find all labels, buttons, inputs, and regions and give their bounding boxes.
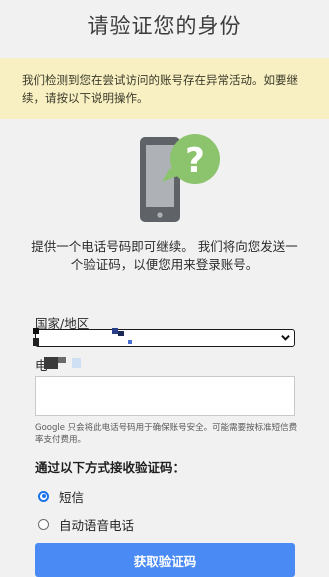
radio-button-checked[interactable] — [38, 490, 49, 502]
phone-number-input[interactable] — [35, 376, 295, 416]
phone-usage-note: Google 只会将此电话号码用于确保账号安全。可能需要按标准短信费率支付费用。 — [35, 423, 298, 445]
question-mark: ? — [185, 141, 205, 181]
method-heading: 通过以下方式接收验证码： — [35, 460, 186, 475]
get-code-button[interactable]: 获取验证码 — [35, 543, 295, 577]
page-title: 请验证您的身份 — [87, 14, 242, 38]
redaction-block — [128, 340, 132, 344]
redaction-block — [72, 358, 81, 368]
radio-label-voice-call: 自动语音电话 — [59, 517, 135, 533]
redaction-block — [58, 357, 66, 363]
radio-option-voice-call[interactable]: 自动语音电话 — [38, 516, 135, 533]
country-select[interactable] — [35, 329, 295, 347]
radio-label-sms: 短信 — [59, 489, 85, 505]
get-code-label: 获取验证码 — [133, 554, 197, 569]
chevron-down-icon — [281, 334, 290, 341]
redaction-block — [44, 357, 58, 369]
phone-question-icon: ? — [140, 134, 220, 222]
redaction-block — [33, 328, 39, 334]
radio-button-unchecked[interactable] — [38, 518, 49, 530]
unusual-activity-warning: 我们检测到您在尝试访问的账号存在异常活动。如要继续，请按以下说明操作。 — [0, 58, 329, 119]
redaction-block — [118, 331, 124, 336]
radio-option-sms[interactable]: 短信 — [38, 488, 85, 505]
phone-home-button — [157, 212, 163, 218]
warning-text: 我们检测到您在尝试访问的账号存在异常活动。如要继续，请按以下说明操作。 — [22, 73, 298, 105]
instructions-text: 提供一个电话号码即可继续。 我们将向您发送一个验证码，以便您用来登录账号。 — [31, 239, 298, 272]
redaction-block — [33, 338, 39, 346]
